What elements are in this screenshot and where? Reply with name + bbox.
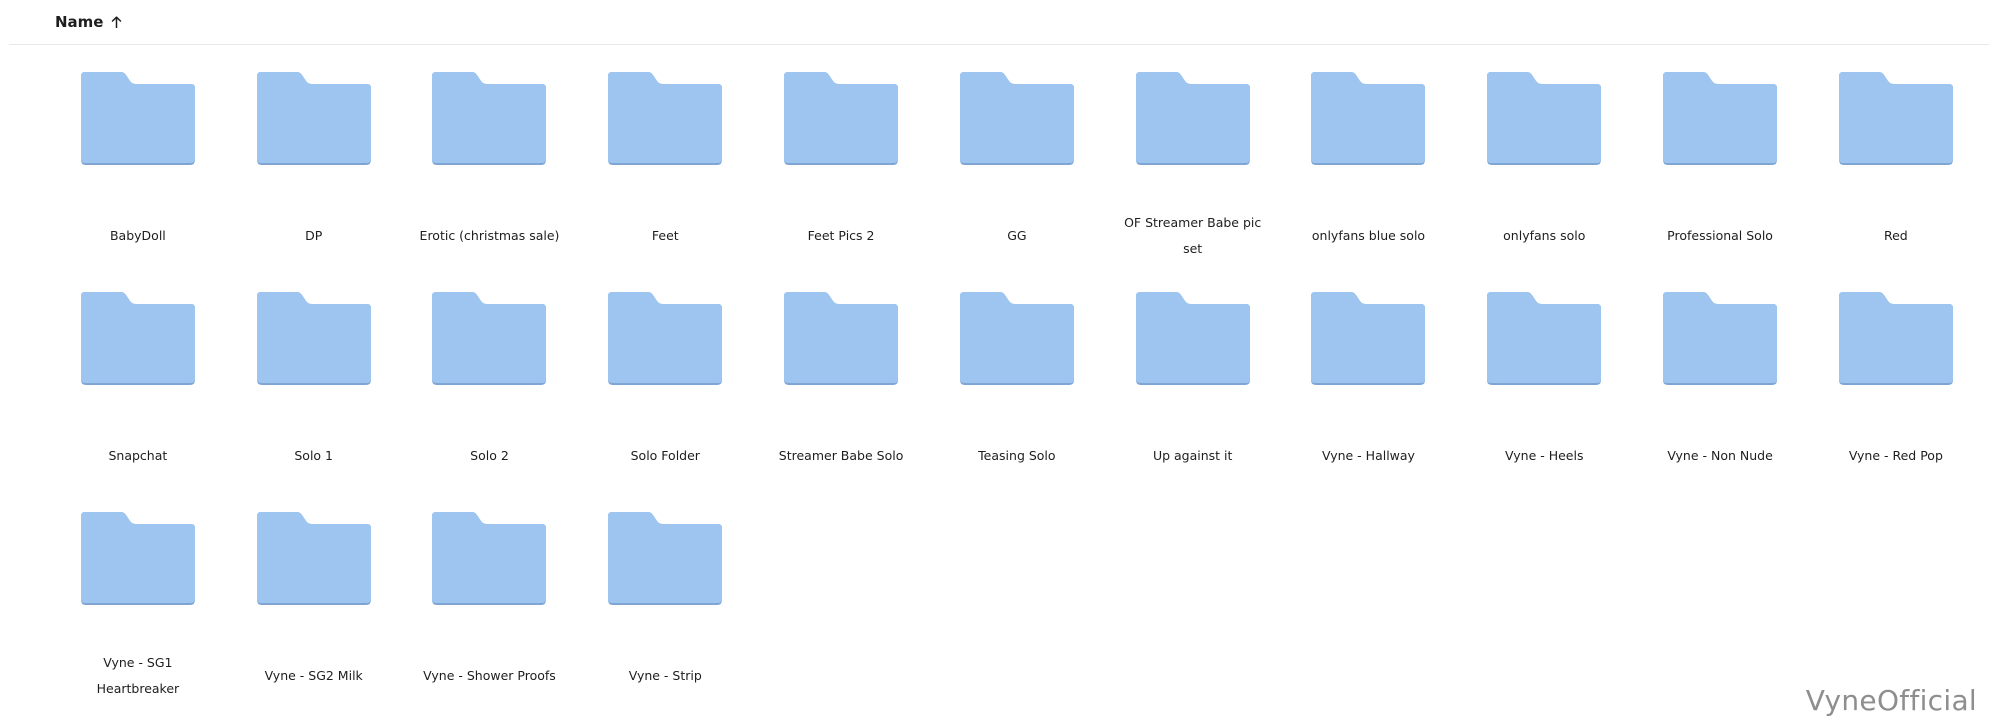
folder-name: Erotic (christmas sale) [419, 228, 560, 243]
folder-tile[interactable]: Feet [577, 72, 753, 292]
folder-icon [1838, 292, 1953, 385]
folder-tile[interactable]: Solo 1 [226, 292, 402, 512]
folder-name: OF Streamer Babe pic set [1124, 215, 1262, 256]
folder-name: Vyne - Strip [628, 668, 702, 683]
file-browser: Name BabyDoll DP Erotic (christmas sale) Fe… [0, 0, 1989, 727]
folder-tile[interactable]: Streamer Babe Solo [753, 292, 929, 512]
folder-tile[interactable]: Vyne - Shower Proofs [402, 512, 578, 727]
folder-tile[interactable]: Erotic (christmas sale) [402, 72, 578, 292]
folder-icon [1311, 72, 1426, 165]
folder-icon [432, 72, 547, 165]
folder-icon [608, 292, 723, 385]
folder-tile[interactable]: Snapchat [50, 292, 226, 512]
folder-icon [1663, 72, 1778, 165]
folder-name: Up against it [1152, 448, 1233, 463]
folder-tile[interactable]: Teasing Solo [929, 292, 1105, 512]
folder-icon [432, 512, 547, 605]
folder-icon [1311, 292, 1426, 385]
folder-icon [784, 72, 899, 165]
folder-tile[interactable]: Vyne - Red Pop [1808, 292, 1984, 512]
folder-icon [432, 292, 547, 385]
folder-tile[interactable]: Vyne - Strip [577, 512, 753, 727]
sort-label: Name [55, 13, 104, 31]
folder-name: Feet [651, 228, 679, 243]
folder-name: onlyfans solo [1503, 228, 1586, 243]
folder-icon [608, 72, 723, 165]
folder-name: Vyne - Non Nude [1667, 448, 1773, 463]
folder-icon [1487, 72, 1602, 165]
folder-icon [80, 512, 195, 605]
folder-tile[interactable]: Vyne - Hallway [1281, 292, 1457, 512]
folder-tile[interactable]: Vyne - Non Nude [1632, 292, 1808, 512]
folder-icon [80, 292, 195, 385]
folder-tile[interactable]: Up against it [1105, 292, 1281, 512]
folder-tile[interactable]: onlyfans solo [1456, 72, 1632, 292]
folder-name: Vyne - SG1 Heartbreaker [96, 655, 180, 696]
folder-name: Vyne - Red Pop [1848, 448, 1943, 463]
folder-icon [1135, 72, 1250, 165]
folder-tile[interactable]: BabyDoll [50, 72, 226, 292]
folder-icon [256, 72, 371, 165]
folder-grid: BabyDoll DP Erotic (christmas sale) Feet Fee… [50, 72, 1953, 727]
folder-name: Teasing Solo [978, 448, 1056, 463]
folder-name: Vyne - Shower Proofs [423, 668, 556, 683]
folder-name: BabyDoll [109, 228, 166, 243]
folder-icon [959, 292, 1074, 385]
folder-name: Vyne - Hallway [1321, 448, 1415, 463]
folder-tile[interactable]: Vyne - SG2 Milk [226, 512, 402, 727]
watermark: VyneOfficial [1805, 684, 1977, 717]
folder-icon [1663, 292, 1778, 385]
sort-header-bar: Name [9, 0, 1989, 45]
folder-tile[interactable]: Solo 2 [402, 292, 578, 512]
folder-tile[interactable]: DP [226, 72, 402, 292]
folder-tile[interactable]: OF Streamer Babe pic set [1105, 72, 1281, 292]
folder-icon [1135, 292, 1250, 385]
folder-name: Feet Pics 2 [807, 228, 875, 243]
folder-name: Solo 1 [294, 448, 333, 463]
folder-tile[interactable]: Vyne - Heels [1456, 292, 1632, 512]
arrow-up-icon [111, 16, 122, 28]
folder-tile[interactable]: Professional Solo [1632, 72, 1808, 292]
folder-name: onlyfans blue solo [1311, 228, 1426, 243]
folder-tile[interactable]: Solo Folder [577, 292, 753, 512]
folder-icon [608, 512, 723, 605]
folder-name: Solo 2 [470, 448, 509, 463]
folder-name: Snapchat [108, 448, 168, 463]
folder-name: Solo Folder [630, 448, 700, 463]
folder-tile[interactable]: onlyfans blue solo [1281, 72, 1457, 292]
folder-icon [959, 72, 1074, 165]
folder-name: Professional Solo [1667, 228, 1773, 243]
folder-icon [80, 72, 195, 165]
folder-tile[interactable]: GG [929, 72, 1105, 292]
folder-name: Vyne - Heels [1505, 448, 1584, 463]
folder-name: Red [1883, 228, 1908, 243]
folder-icon [784, 292, 899, 385]
folder-name: Streamer Babe Solo [778, 448, 904, 463]
folder-tile[interactable]: Red [1808, 72, 1984, 292]
folder-name: Vyne - SG2 Milk [264, 668, 363, 683]
folder-icon [1487, 292, 1602, 385]
folder-name: GG [1007, 228, 1027, 243]
folder-icon [256, 512, 371, 605]
sort-by-name-button[interactable]: Name [55, 13, 122, 31]
folder-name: DP [305, 228, 323, 243]
folder-tile[interactable]: Feet Pics 2 [753, 72, 929, 292]
folder-tile[interactable]: Vyne - SG1 Heartbreaker [50, 512, 226, 727]
folder-icon [256, 292, 371, 385]
folder-icon [1838, 72, 1953, 165]
